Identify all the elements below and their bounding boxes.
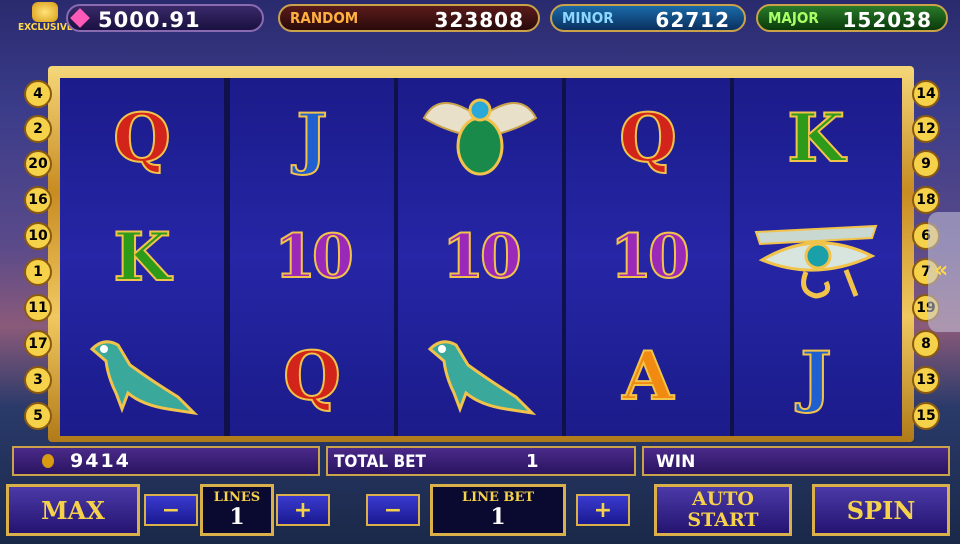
spin-button[interactable]: SPIN xyxy=(812,484,950,536)
auto-start-label-line1: AUTO xyxy=(691,488,754,510)
reel-3: 10 xyxy=(398,78,562,436)
jackpot-random-value: 323808 xyxy=(434,8,524,32)
line-marker[interactable]: 4 xyxy=(24,80,52,108)
eye-of-horus-icon xyxy=(754,224,878,299)
symbol-j: J xyxy=(230,78,394,197)
reel-1: Q K xyxy=(60,78,224,436)
line-marker[interactable]: 10 xyxy=(24,222,52,250)
lines-box: LINES 1 xyxy=(200,484,274,536)
symbol-j: J xyxy=(734,316,898,435)
line-bet-plus-button[interactable]: + xyxy=(576,494,630,526)
credits-panel: 9414 xyxy=(12,446,320,476)
scarab-icon xyxy=(398,78,562,197)
symbol-label: A xyxy=(621,336,674,416)
jackpot-minor-value: 62712 xyxy=(655,8,730,32)
line-marker[interactable]: 14 xyxy=(912,80,940,108)
symbol-a: A xyxy=(566,316,730,435)
line-bet-label: LINE BET xyxy=(461,490,535,505)
symbol-label: 10 xyxy=(609,221,690,293)
win-label: WIN xyxy=(656,452,696,472)
line-marker[interactable]: 5 xyxy=(24,402,52,430)
symbol-label: J xyxy=(295,98,328,178)
max-button[interactable]: MAX xyxy=(6,484,140,536)
jackpot-major-label: MAJOR xyxy=(768,9,819,27)
lines-plus-button[interactable]: + xyxy=(276,494,330,526)
balance-value: 5000.91 xyxy=(98,8,201,32)
symbol-label: Q xyxy=(112,98,171,178)
reel-2: J 10 Q xyxy=(230,78,394,436)
jackpot-minor: MINOR 62712 xyxy=(550,4,746,32)
line-marker[interactable]: 3 xyxy=(24,366,52,394)
jackpot-major-value: 152038 xyxy=(842,8,932,32)
line-marker[interactable]: 20 xyxy=(24,150,52,178)
side-menu-tab[interactable]: « xyxy=(928,212,960,332)
scarab-icon xyxy=(422,98,538,175)
symbol-label: 10 xyxy=(441,221,522,293)
line-marker[interactable]: 13 xyxy=(912,366,940,394)
lines-value: 1 xyxy=(229,504,245,530)
exclusive-label: EXCLUSIVE xyxy=(18,22,73,33)
jackpot-random: RANDOM 323808 xyxy=(278,4,540,32)
symbol-q: Q xyxy=(60,78,224,197)
lines-minus-button[interactable]: − xyxy=(144,494,198,526)
coin-icon xyxy=(42,454,54,468)
auto-start-button[interactable]: AUTO START xyxy=(654,484,792,536)
symbol-label: K xyxy=(786,98,845,178)
balance-display: 5000.91 xyxy=(66,4,264,32)
reel-area: Q K J 10 Q 10 Q 10 A K J xyxy=(60,78,902,436)
line-marker[interactable]: 1 xyxy=(24,258,52,286)
symbol-10: 10 xyxy=(398,197,562,316)
symbol-label: K xyxy=(112,217,171,297)
symbol-k: K xyxy=(734,78,898,197)
symbol-q: Q xyxy=(566,78,730,197)
line-bet-box: LINE BET 1 xyxy=(430,484,566,536)
falcon-icon xyxy=(427,339,537,415)
symbol-label: Q xyxy=(282,336,341,416)
line-marker[interactable]: 12 xyxy=(912,115,940,143)
falcon-icon xyxy=(398,316,562,435)
line-bet-minus-button[interactable]: − xyxy=(366,494,420,526)
line-marker[interactable]: 18 xyxy=(912,186,940,214)
jackpot-minor-label: MINOR xyxy=(562,9,614,27)
auto-start-label-line2: START xyxy=(687,509,759,531)
falcon-icon xyxy=(60,316,224,435)
jackpot-major: MAJOR 152038 xyxy=(756,4,948,32)
line-marker[interactable]: 2 xyxy=(24,115,52,143)
diamond-icon xyxy=(70,8,90,28)
line-marker[interactable]: 8 xyxy=(912,330,940,358)
total-bet-value: 1 xyxy=(526,451,539,472)
total-bet-label: TOTAL BET xyxy=(334,452,426,472)
line-marker[interactable]: 11 xyxy=(24,294,52,322)
symbol-label: Q xyxy=(618,98,677,178)
lines-label: LINES xyxy=(213,490,261,505)
symbol-q: Q xyxy=(230,316,394,435)
line-marker[interactable]: 15 xyxy=(912,402,940,430)
total-bet-panel: TOTAL BET 1 xyxy=(326,446,636,476)
reel-4: Q 10 A xyxy=(566,78,730,436)
win-panel: WIN xyxy=(642,446,950,476)
falcon-icon xyxy=(89,339,199,415)
exclusive-badge-icon xyxy=(32,2,58,22)
reel-5: K J xyxy=(734,78,902,436)
jackpot-random-label: RANDOM xyxy=(290,9,359,27)
symbol-label: J xyxy=(799,336,832,416)
line-marker[interactable]: 9 xyxy=(912,150,940,178)
symbol-10: 10 xyxy=(566,197,730,316)
credits-value: 9414 xyxy=(70,450,131,472)
symbol-k: K xyxy=(60,197,224,316)
line-marker[interactable]: 17 xyxy=(24,330,52,358)
eye-of-horus-icon xyxy=(734,197,898,316)
line-marker[interactable]: 16 xyxy=(24,186,52,214)
double-chevron-left-icon: « xyxy=(934,258,949,283)
symbol-label: 10 xyxy=(273,221,354,293)
line-bet-value: 1 xyxy=(490,504,506,530)
symbol-10: 10 xyxy=(230,197,394,316)
